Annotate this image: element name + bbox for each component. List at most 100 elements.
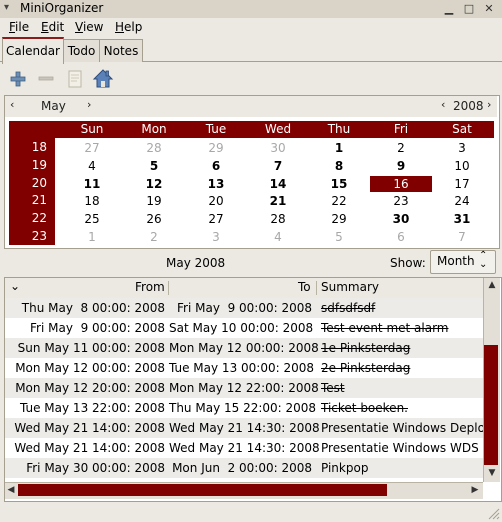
event-from: Wed May 21 14:00: 2008: [14, 441, 165, 455]
calendar-day[interactable]: 8: [308, 158, 370, 174]
menu-view-label: iew: [82, 20, 104, 34]
week-number: 19: [31, 157, 47, 172]
calendar-day[interactable]: 21: [247, 193, 309, 209]
event-to: Tue May 13 00:00: 2008: [169, 361, 314, 375]
table-row[interactable]: Wed May 21 14:00: 2008 Wed May 21 14:30: …: [5, 418, 483, 438]
table-row[interactable]: Fri May 9 00:00: 2008 Sat May 10 00:00: 2…: [5, 318, 483, 338]
edit-button[interactable]: [63, 67, 87, 91]
calendar-day[interactable]: 22: [308, 193, 370, 209]
menu-edit[interactable]: Edit: [41, 20, 64, 34]
edit-icon: [68, 70, 82, 88]
event-summary: 2e Pinksterdag: [321, 361, 411, 375]
calendar-day[interactable]: 28: [247, 211, 309, 227]
calendar-day[interactable]: 5: [308, 229, 370, 245]
calendar-day[interactable]: 28: [123, 140, 185, 156]
spin-down-icon: ⌄: [479, 259, 488, 270]
calendar-day[interactable]: 6: [185, 158, 247, 174]
scroll-down-icon[interactable]: ▼: [486, 468, 498, 478]
calendar-day[interactable]: 31: [431, 211, 493, 227]
calendar-day[interactable]: 4: [61, 158, 123, 174]
view-mode-select[interactable]: Month ⌃ ⌄: [430, 250, 496, 274]
calendar-day[interactable]: 4: [247, 229, 309, 245]
table-row[interactable]: Thu May 8 00:00: 2008 Fri May 9 00:00: 20…: [5, 298, 483, 318]
column-to[interactable]: To: [298, 280, 311, 294]
next-year-button[interactable]: ›: [487, 98, 491, 111]
calendar-day[interactable]: 12: [123, 176, 185, 192]
calendar-day[interactable]: 23: [370, 193, 432, 209]
calendar-day[interactable]: 27: [61, 140, 123, 156]
calendar-day[interactable]: 29: [185, 140, 247, 156]
column-separator[interactable]: [168, 281, 169, 295]
calendar-day[interactable]: 1: [308, 140, 370, 156]
resize-grip-icon[interactable]: [486, 506, 500, 520]
calendar-day[interactable]: 17: [431, 176, 493, 192]
tab-todo[interactable]: Todo: [63, 39, 100, 62]
column-summary[interactable]: Summary: [321, 280, 379, 294]
table-row[interactable]: Tue May 13 22:00: 2008 Thu May 15 22:00: …: [5, 398, 483, 418]
event-to: Mon Jun 2 00:00: 2008: [172, 461, 312, 475]
tab-calendar[interactable]: Calendar: [2, 37, 64, 64]
calendar-day[interactable]: 10: [431, 158, 493, 174]
table-row[interactable]: Mon May 12 00:00: 2008 Tue May 13 00:00: …: [5, 358, 483, 378]
column-separator[interactable]: [316, 281, 317, 295]
calendar-day[interactable]: 26: [123, 211, 185, 227]
horizontal-scroll-thumb[interactable]: [18, 484, 387, 496]
week-number: 20: [31, 175, 47, 190]
calendar-day[interactable]: 27: [185, 211, 247, 227]
calendar-day[interactable]: 3: [185, 229, 247, 245]
calendar-day[interactable]: 1: [61, 229, 123, 245]
menu-help-label: elp: [124, 20, 143, 34]
calendar-day[interactable]: 5: [123, 158, 185, 174]
table-row[interactable]: Fri May 30 00:00: 2008 Mon Jun 2 00:00: 2…: [5, 458, 483, 478]
calendar-day[interactable]: 9: [370, 158, 432, 174]
scroll-left-icon[interactable]: ◀: [6, 485, 16, 495]
event-to: Wed May 21 14:30: 2008: [169, 441, 320, 455]
today-button[interactable]: [91, 67, 115, 91]
calendar-day[interactable]: 3: [431, 140, 493, 156]
remove-button[interactable]: [34, 67, 58, 91]
close-icon[interactable]: ✕: [482, 2, 496, 15]
table-row[interactable]: Sun May 11 00:00: 2008 Mon May 12 00:00: …: [5, 338, 483, 358]
event-summary: 1e Pinksterdag: [321, 341, 411, 355]
calendar-day[interactable]: 18: [61, 193, 123, 209]
calendar-day[interactable]: 14: [247, 176, 309, 192]
add-button[interactable]: [6, 67, 30, 91]
next-month-button[interactable]: ›: [87, 98, 91, 111]
column-from[interactable]: From: [135, 280, 165, 294]
scroll-right-icon[interactable]: ▶: [470, 485, 480, 495]
sort-chevron-icon[interactable]: ⌄: [10, 279, 20, 293]
menu-help[interactable]: Help: [115, 20, 142, 34]
calendar-day[interactable]: 20: [185, 193, 247, 209]
minimize-icon[interactable]: ▁: [442, 2, 456, 15]
scroll-up-icon[interactable]: ▲: [486, 280, 498, 290]
prev-year-button[interactable]: ‹: [441, 98, 445, 111]
calendar-day[interactable]: 2: [123, 229, 185, 245]
menu-file[interactable]: File: [9, 20, 29, 34]
event-from: Sun May 11 00:00: 2008: [17, 341, 165, 355]
table-row[interactable]: Wed May 21 14:00: 2008 Wed May 21 14:30: …: [5, 438, 483, 458]
calendar-day[interactable]: 2: [370, 140, 432, 156]
calendar-day[interactable]: 13: [185, 176, 247, 192]
calendar-day[interactable]: 24: [431, 193, 493, 209]
home-icon: [92, 69, 114, 88]
menu-view[interactable]: View: [75, 20, 103, 34]
prev-month-button[interactable]: ‹: [10, 98, 14, 111]
event-summary: Presentatie Windows WDS: [321, 441, 479, 455]
calendar-day[interactable]: 11: [61, 176, 123, 192]
calendar-day[interactable]: 29: [308, 211, 370, 227]
table-row[interactable]: Mon May 12 20:00: 2008 Mon May 12 22:00: …: [5, 378, 483, 398]
calendar-day[interactable]: 7: [247, 158, 309, 174]
calendar-day[interactable]: 15: [308, 176, 370, 192]
calendar-day[interactable]: 6: [370, 229, 432, 245]
window-menu-icon[interactable]: ▾: [4, 2, 16, 14]
calendar-day[interactable]: 19: [123, 193, 185, 209]
calendar-day[interactable]: 30: [370, 211, 432, 227]
vertical-scroll-thumb[interactable]: [484, 345, 498, 465]
calendar-day[interactable]: 7: [431, 229, 493, 245]
maximize-icon[interactable]: □: [462, 2, 476, 15]
calendar-day[interactable]: 25: [61, 211, 123, 227]
menubar: File Edit View Help: [0, 18, 502, 38]
tab-notes[interactable]: Notes: [99, 39, 143, 62]
calendar-day-selected[interactable]: 16: [370, 175, 432, 192]
calendar-day[interactable]: 30: [247, 140, 309, 156]
